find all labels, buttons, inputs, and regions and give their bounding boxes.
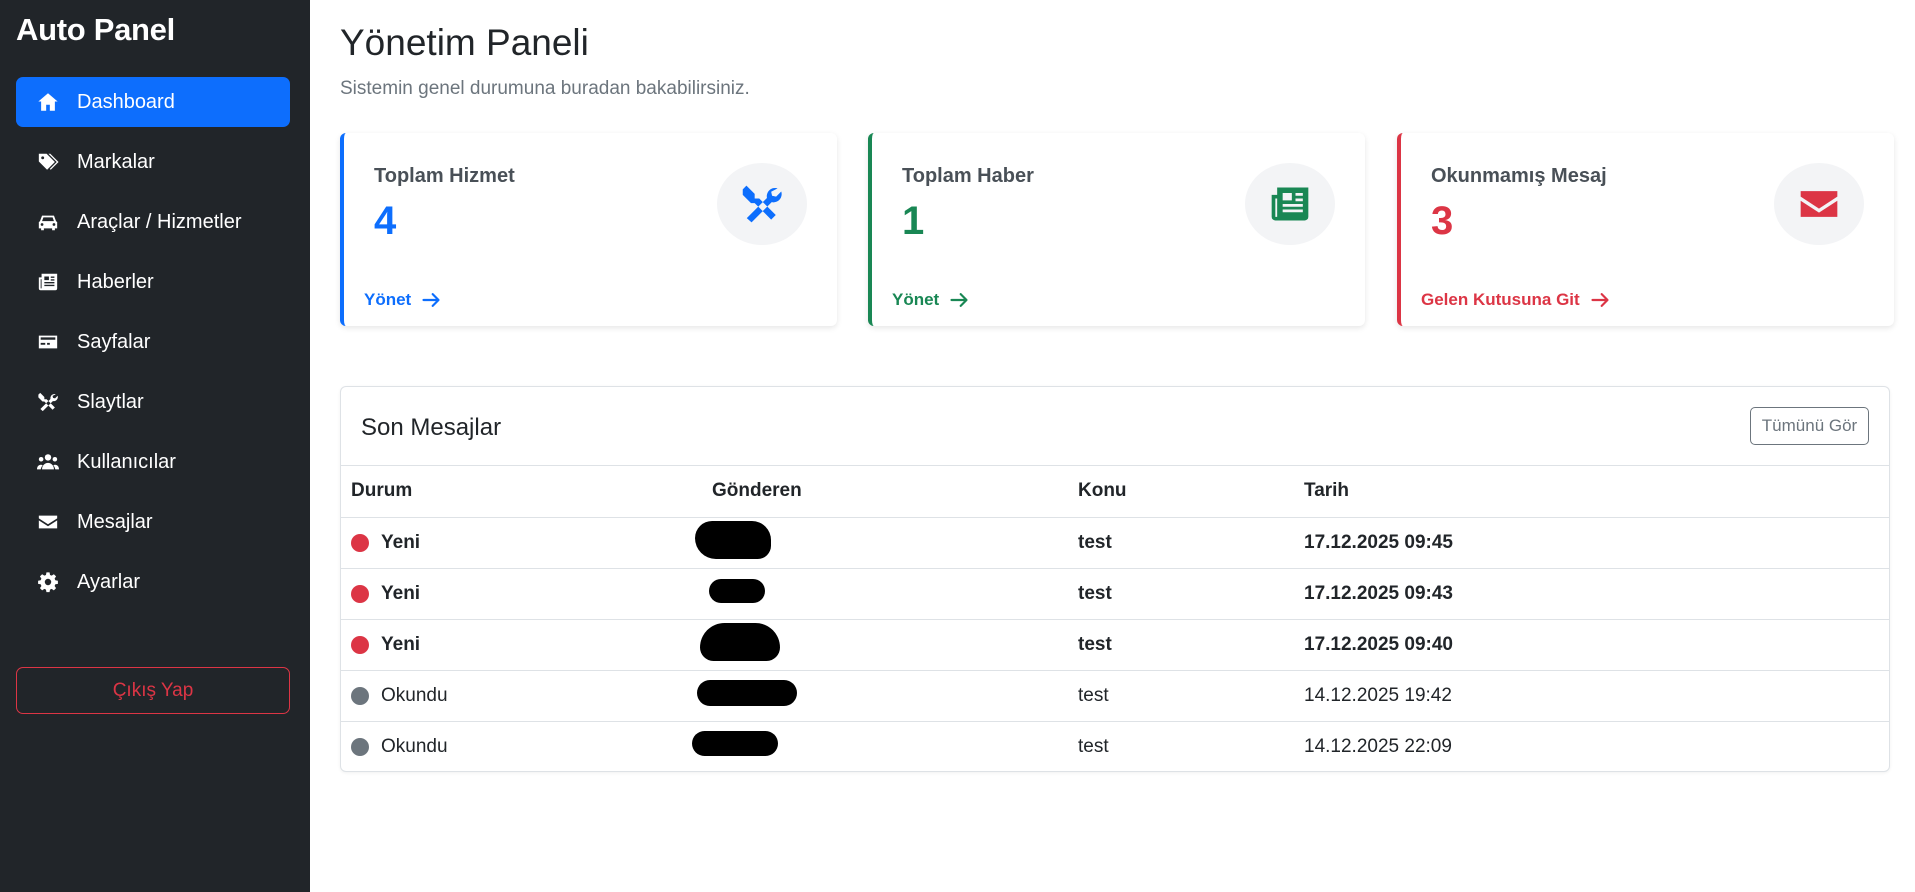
sidebar-item-slaytlar[interactable]: Slaytlar [16,377,290,427]
sidebar-item-label: Dashboard [77,90,175,113]
table-row[interactable]: Yeni test 17.12.2025 09:45 [341,517,1889,569]
status-dot-read [351,737,369,756]
sidebar-item-label: Sayfalar [77,330,151,353]
sidebar-item-sayfalar[interactable]: Sayfalar [16,317,290,367]
sidebar-item-label: Kullanıcılar [77,450,176,473]
status-text: Yeni [381,531,421,553]
stat-value: 3 [1431,199,1454,243]
manage-services-link[interactable]: Yönet [364,290,441,310]
stat-label: Okunmamış Mesaj [1431,165,1607,187]
table-row[interactable]: Yeni test 17.12.2025 09:43 [341,568,1889,620]
date-cell: 14.12.2025 22:09 [1304,735,1452,757]
sidebar-item-label: Markalar [77,150,155,173]
sidebar-nav: Dashboard Markalar Araçlar / Hizmetler H… [16,77,290,617]
home-icon [36,90,60,114]
status-dot-new [351,584,369,603]
redacted-sender [700,622,780,661]
redacted-sender [697,679,797,706]
tags-icon [36,150,60,174]
subject-cell: test [1078,670,1304,722]
stat-label: Toplam Hizmet [374,165,515,187]
table-header-row: Durum Gönderen Konu Tarih [341,466,1889,518]
panel-title: Son Mesajlar [361,414,502,441]
subject-cell: test [1078,619,1304,671]
column-header-date: Tarih [1304,466,1889,518]
sidebar-item-label: Haberler [77,270,154,293]
sidebar-item-label: Slaytlar [77,390,144,413]
link-label: Gelen Kutusuna Git [1421,290,1580,309]
column-header-status: Durum [341,466,712,518]
date-cell: 17.12.2025 09:43 [1304,568,1889,620]
date-cell: 17.12.2025 09:40 [1304,619,1889,671]
stat-card-unread-messages: Okunmamış Mesaj 3 Gelen Kutusuna Git [1397,133,1894,326]
sidebar-item-ayarlar[interactable]: Ayarlar [16,557,290,607]
redacted-sender [692,731,778,757]
arrow-right-icon [422,293,440,307]
recent-messages-panel: Son Mesajlar Tümünü Gör Durum Gönderen K… [340,386,1890,772]
sidebar-item-label: Araçlar / Hizmetler [77,210,242,233]
status-dot-read [351,686,369,705]
link-label: Yönet [364,290,412,309]
tools-icon [717,163,807,245]
sidebar-item-haberler[interactable]: Haberler [16,257,290,307]
status-text: Okundu [381,735,448,757]
sidebar-item-dashboard[interactable]: Dashboard [16,77,290,127]
page-card-icon [36,330,60,354]
redacted-sender [709,578,765,603]
sidebar-item-label: Mesajlar [77,510,153,533]
column-header-sender: Gönderen [712,466,1078,518]
date-cell: 14.12.2025 19:42 [1304,670,1889,722]
status-dot-new [351,635,369,654]
table-row[interactable]: Okundu test 14.12.2025 22:09 [341,721,1889,772]
page-title: Yönetim Paneli [340,22,589,63]
envelope-icon [36,510,60,534]
sidebar-item-araclar[interactable]: Araçlar / Hizmetler [16,197,290,247]
sidebar-item-mesajlar[interactable]: Mesajlar [16,497,290,547]
link-label: Yönet [892,290,940,309]
stat-value: 4 [374,199,397,243]
sidebar-item-label: Ayarlar [77,570,140,593]
newspaper-icon [1245,163,1335,245]
redacted-sender [695,520,771,559]
gear-icon [36,570,60,594]
stat-card-services: Toplam Hizmet 4 Yönet [340,133,837,326]
page-subtitle: Sistemin genel durumuna buradan bakabili… [340,78,750,99]
manage-news-link[interactable]: Yönet [892,290,969,310]
stat-card-news: Toplam Haber 1 Yönet [868,133,1365,326]
sidebar-item-kullanicilar[interactable]: Kullanıcılar [16,437,290,487]
panel-header: Son Mesajlar Tümünü Gör [341,387,1889,466]
arrow-right-icon [950,293,968,307]
table-row[interactable]: Yeni test 17.12.2025 09:40 [341,619,1889,671]
date-cell: 17.12.2025 09:45 [1304,517,1889,569]
table-row[interactable]: Okundu test 14.12.2025 19:42 [341,670,1889,722]
tools-icon [36,390,60,414]
column-header-subject: Konu [1078,466,1304,518]
messages-table: Durum Gönderen Konu Tarih Yeni test 17.1… [341,466,1889,772]
newspaper-icon [36,270,60,294]
subject-cell: test [1078,517,1304,569]
status-text: Yeni [381,582,421,604]
car-icon [36,210,60,234]
subject-cell: test [1078,735,1109,757]
sidebar-item-markalar[interactable]: Markalar [16,137,290,187]
inbox-link[interactable]: Gelen Kutusuna Git [1421,290,1610,310]
logout-button[interactable]: Çıkış Yap [16,667,290,714]
status-text: Okundu [381,684,448,706]
status-text: Yeni [381,633,421,655]
stat-label: Toplam Haber [902,165,1034,187]
arrow-right-icon [1591,293,1609,307]
stat-value: 1 [902,199,925,243]
envelope-icon [1774,163,1864,245]
status-dot-new [351,533,369,552]
sidebar: Auto Panel Dashboard Markalar Araçlar / … [0,0,310,892]
users-icon [36,450,60,474]
view-all-button[interactable]: Tümünü Gör [1750,407,1869,445]
brand-title: Auto Panel [16,12,175,47]
subject-cell: test [1078,568,1304,620]
